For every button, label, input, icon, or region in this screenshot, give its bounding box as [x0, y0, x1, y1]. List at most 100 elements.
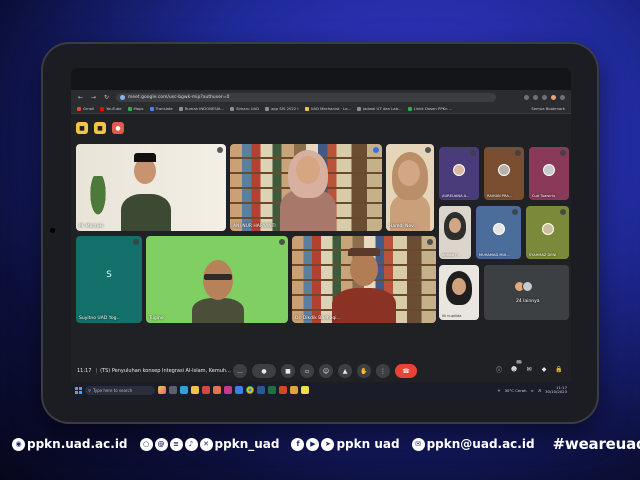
reload-icon[interactable]: ↻: [103, 94, 110, 101]
app-icon[interactable]: [224, 386, 232, 394]
tile-status-icon: [133, 239, 139, 245]
others-tile[interactable]: 24 lainnya: [484, 265, 569, 320]
participant-tile[interactable]: lili nupilida: [439, 265, 479, 320]
raise-hand-button[interactable]: ✋: [357, 364, 371, 378]
bookmark-linkk-dosen[interactable]: Linkk Dosen PPKn ...: [407, 106, 452, 111]
bookmark-jadwal[interactable]: Jadwal UT dan Lab...: [356, 106, 402, 111]
address-bar[interactable]: meet.google.com/usc-bgwk-mip?authuser=0: [116, 92, 496, 102]
browser-menu-icon[interactable]: [560, 94, 565, 100]
tile-status-icon: [425, 147, 431, 153]
bookmarks-bar: Gmail YouTube Maps Translate Rumah INDON…: [71, 104, 571, 114]
participant-avatar: [543, 164, 555, 177]
copilot-icon[interactable]: [158, 386, 166, 394]
participant-tile[interactable]: Hamdi Nov...: [386, 144, 434, 231]
file-explorer-icon[interactable]: [191, 386, 199, 394]
more-options-icon[interactable]: …: [233, 364, 247, 378]
participant-name: lili nupilida: [442, 314, 462, 318]
captions-button[interactable]: ▫: [300, 364, 314, 378]
participant-tile[interactable]: Tugino: [146, 236, 288, 323]
recording-icon[interactable]: ●: [112, 122, 124, 134]
present-button[interactable]: ▲: [338, 364, 352, 378]
meet-side-controls: ⓘ ☻ 35 ✉ ◆ 🔒: [495, 360, 563, 374]
word-icon[interactable]: [257, 386, 265, 394]
call-controls: … ● ■ ▫ ☺ ▲ ✋ ⋮ ☎: [233, 364, 417, 378]
participant-tile[interactable]: S Suyitno UAD Yog...: [76, 236, 142, 323]
activities-icon[interactable]: ◆: [540, 365, 548, 373]
participant-avatar: [453, 164, 465, 177]
bookmark-maps[interactable]: Maps: [127, 106, 144, 111]
chat-icon[interactable]: ✉: [525, 365, 533, 373]
bookmark-uad-mechanist[interactable]: UAD Mechanist · Lo...: [304, 106, 351, 111]
telegram-icon: ➤: [321, 437, 335, 451]
bookmark-translate[interactable]: Translate: [149, 106, 173, 111]
app-icon[interactable]: [301, 386, 309, 394]
participant-cap: [134, 153, 156, 162]
participant-avatar: [492, 223, 505, 236]
info-icon[interactable]: ⓘ: [495, 365, 503, 374]
bookmark-youtube[interactable]: YouTube: [100, 106, 122, 111]
bookmark-simaru[interactable]: Simaru UAD: [230, 106, 259, 111]
windows-start-icon[interactable]: [75, 386, 82, 394]
participant-tile[interactable]: MUHAMAD MUI...: [476, 206, 521, 259]
host-controls-icon[interactable]: 🔒: [555, 365, 563, 373]
task-view-icon[interactable]: [169, 386, 177, 394]
end-call-button[interactable]: ☎: [395, 364, 417, 378]
meet-control-bar: 11:17 | (TS) Penyuluhan konsep Integrasi…: [71, 360, 571, 382]
extensions-icon[interactable]: [533, 94, 538, 100]
taskbar-search[interactable]: ⚲ Type here to search: [85, 385, 155, 395]
others-count-label: 24 lainnya: [516, 299, 540, 304]
volume-icon[interactable]: ♬: [538, 388, 541, 393]
participant-tile[interactable]: SYAHMAZ DENI: [526, 206, 569, 259]
site-info-icon[interactable]: [120, 94, 125, 100]
footer-social-name: ppkn uad: [336, 437, 400, 451]
notes-icon[interactable]: ■: [94, 122, 106, 134]
participant-tile[interactable]: RAIHAN PRA...: [484, 147, 524, 200]
edge-icon[interactable]: [180, 386, 188, 394]
participant-tile[interactable]: Annisa F...: [439, 206, 471, 259]
participant-tile[interactable]: Dr. Dikdik Baehaqi...: [292, 236, 436, 323]
participant-tile[interactable]: Cud Tuaisiriu: [529, 147, 569, 200]
app-icon[interactable]: [202, 386, 210, 394]
app-icon[interactable]: [290, 386, 298, 394]
excel-icon[interactable]: [268, 386, 276, 394]
footer-hashtag: #weareuad: [552, 435, 640, 453]
app-icon[interactable]: [213, 386, 221, 394]
bookmark-star-icon[interactable]: [524, 94, 529, 100]
forward-icon[interactable]: →: [90, 94, 97, 101]
wifi-icon[interactable]: ≈: [531, 388, 534, 393]
participant-avatar: [522, 281, 533, 292]
taskbar-clock[interactable]: 11:17 30/10/2023: [545, 385, 567, 394]
participant-tile[interactable]: ANI NUR HARYANTI: [230, 144, 382, 231]
participant-name: Cud Tuaisiriu: [532, 194, 555, 198]
sticky-note-icon[interactable]: ■: [76, 122, 88, 134]
meet-stage: ■ ■ ● M. Marzuki ANI NUR HARYANTI Hamdi …: [71, 114, 571, 360]
bookmark-app-sis[interactable]: app SIS 2022 I: [265, 106, 299, 111]
more-actions-button[interactable]: ⋮: [376, 364, 390, 378]
weather-text[interactable]: 30°C Cerah: [505, 388, 527, 393]
download-icon[interactable]: [542, 94, 547, 100]
profile-avatar[interactable]: [551, 94, 556, 100]
browser-nav-bar: ← → ↻ meet.google.com/usc-bgwk-mip?authu…: [71, 90, 571, 104]
bookmark-gmail[interactable]: Gmail: [77, 106, 94, 111]
threads-icon: @: [154, 437, 168, 451]
back-icon[interactable]: ←: [77, 94, 84, 101]
instagram-icon: ○: [139, 437, 153, 451]
powerpoint-icon[interactable]: [279, 386, 287, 394]
speaking-indicator-icon: [373, 147, 379, 153]
camera-button[interactable]: ■: [281, 364, 295, 378]
meeting-clock: 11:17: [77, 368, 92, 374]
microphone-button[interactable]: ●: [252, 364, 276, 378]
bookmark-rumah-indonesia[interactable]: Rumah INDONESIA...: [178, 106, 224, 111]
participant-name: RAIHAN PRA...: [487, 194, 513, 198]
chrome-icon[interactable]: [246, 386, 254, 394]
emoji-button[interactable]: ☺: [319, 364, 333, 378]
app-icon[interactable]: [235, 386, 243, 394]
tile-status-icon: [560, 209, 566, 215]
participant-avatar: [498, 164, 510, 177]
people-icon[interactable]: ☻ 35: [510, 360, 522, 373]
tile-status-icon: [512, 209, 518, 215]
all-bookmarks[interactable]: Semua Bookmark: [531, 106, 565, 111]
system-tray: ☀ 30°C Cerah ≈ ♬ 11:17 30/10/2023: [497, 385, 567, 394]
participant-tile[interactable]: AURELIANA A...: [439, 147, 479, 200]
participant-tile[interactable]: M. Marzuki: [76, 144, 226, 231]
